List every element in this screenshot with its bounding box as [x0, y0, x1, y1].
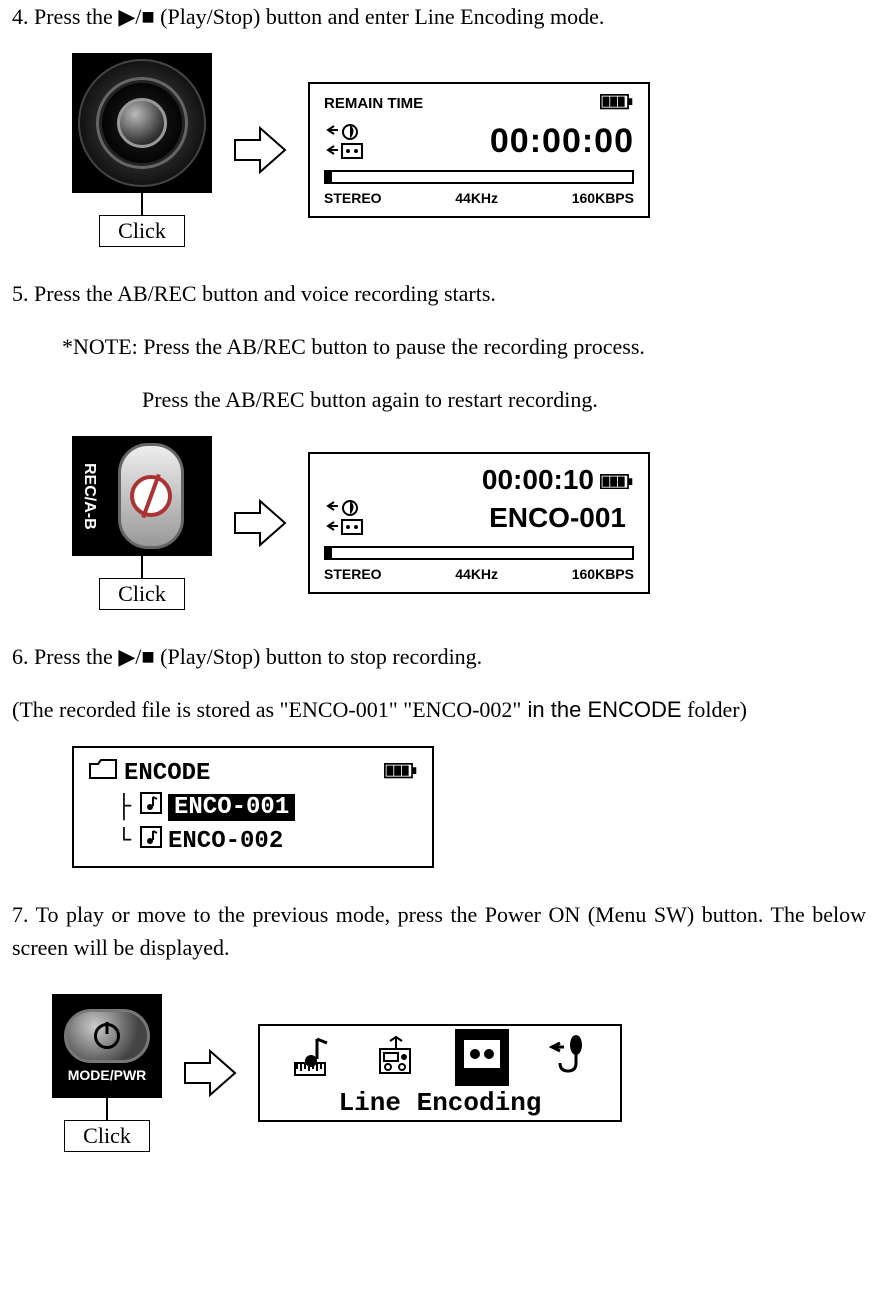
mode-menu-screen: Line Encoding	[258, 1024, 622, 1122]
rec-time-value: 00:00:10	[482, 464, 594, 496]
kbps-label: 160KBPS	[572, 190, 634, 206]
step5-note: *NOTE: Press the AB/REC button to pause …	[12, 330, 866, 363]
stereo-label: STEREO	[324, 190, 382, 206]
battery-icon	[600, 464, 634, 496]
music-note-icon	[140, 792, 162, 822]
click-label-1: Click	[99, 215, 185, 247]
rec-ab-side-label: REC/A-B	[80, 442, 98, 550]
remain-time-label: REMAIN TIME	[324, 95, 423, 112]
lcd-remain-time: REMAIN TIME 00:00:00	[308, 82, 650, 217]
rec-file-value: ENCO-001	[489, 502, 634, 534]
step5-note2: Press the AB/REC button again to restart…	[12, 383, 866, 416]
folder-icon	[88, 758, 118, 788]
voice-mode-icon	[546, 1033, 592, 1086]
stereo-label: STEREO	[324, 566, 382, 582]
step6-line1: 6. Press the ▶/■ (Play/Stop) button to s…	[12, 640, 866, 673]
battery-icon	[384, 760, 418, 787]
mic-cassette-icon	[324, 120, 368, 164]
file-2-name: ENCO-002	[168, 828, 283, 855]
click-label-3: Click	[64, 1120, 150, 1152]
progress-bar	[324, 546, 634, 560]
mic-cassette-icon	[324, 496, 368, 540]
line-encoding-mode-icon	[455, 1029, 509, 1086]
step7-text: 7. To play or move to the previous mode,…	[12, 898, 866, 964]
file-1-name: ENCO-001	[168, 794, 295, 821]
play-stop-knob-image	[72, 53, 212, 193]
music-note-icon	[140, 826, 162, 856]
folder-name: ENCODE	[124, 760, 210, 787]
music-mode-icon	[289, 1033, 335, 1086]
arrow-icon	[180, 1043, 240, 1103]
arrow-icon	[230, 120, 290, 180]
arrow-icon	[230, 493, 290, 553]
step6-line2: (The recorded file is stored as "ENCO-00…	[12, 693, 866, 726]
battery-icon	[600, 94, 634, 113]
khz-label: 44KHz	[455, 190, 498, 206]
mode-pwr-label: MODE/PWR	[68, 1067, 147, 1083]
khz-label: 44KHz	[455, 566, 498, 582]
progress-bar	[324, 170, 634, 184]
step5-text: 5. Press the AB/REC button and voice rec…	[12, 277, 866, 310]
lcd-recording: 00:00:10 ENCO-001	[308, 452, 650, 594]
click-label-2: Click	[99, 578, 185, 610]
step4-text: 4. Press the ▶/■ (Play/Stop) button and …	[12, 0, 866, 33]
fm-mode-icon	[372, 1033, 418, 1086]
mode-title: Line Encoding	[270, 1086, 610, 1118]
rec-ab-button-image: REC/A-B	[72, 436, 212, 556]
kbps-label: 160KBPS	[572, 566, 634, 582]
encode-folder-screen: ENCODE ├ ENCO-001 └ ENCO-002	[72, 746, 434, 868]
lcd-time-value: 00:00:00	[490, 122, 634, 161]
mode-pwr-button-image: MODE/PWR	[52, 994, 162, 1098]
